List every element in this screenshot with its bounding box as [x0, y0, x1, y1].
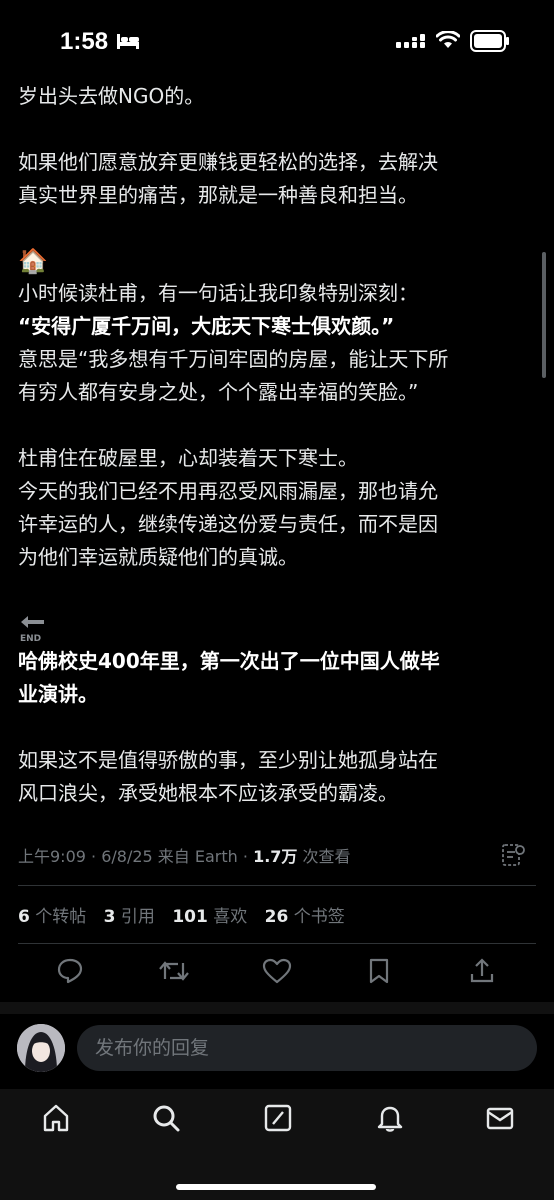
post-line: 意思是“我多想有千万间牢固的房屋，能让天下所 [18, 347, 449, 371]
like-icon[interactable] [262, 957, 292, 985]
view-label: 次查看 [302, 847, 351, 866]
post-line: 许幸运的人，继续传递这份爱与责任，而不是因 [18, 512, 438, 536]
post-line: 岁出头去做NGO的。 [18, 84, 205, 108]
divider [18, 943, 536, 944]
post-source: 来自 Earth [157, 847, 238, 866]
post-line: 如果他们愿意放弃更赚钱更轻松的选择，去解决 [18, 150, 438, 174]
post-body: 岁出头去做NGO的。 如果他们愿意放弃更赚钱更轻松的选择，去解决 真实世界里的痛… [18, 80, 538, 810]
post-highlight: 业演讲。 [18, 682, 98, 706]
share-icon[interactable] [469, 957, 495, 985]
analytics-icon[interactable] [500, 842, 526, 868]
post-line: 真实世界里的痛苦，那就是一种善良和担当。 [18, 183, 418, 207]
engagement-stats: 6 个转帖 3 引用 101 喜欢 26 个书签 [18, 902, 357, 927]
end-arrow-icon: END [18, 607, 538, 645]
signal-icon [396, 34, 425, 48]
messages-icon[interactable] [485, 1103, 515, 1133]
post-line: 杜甫住在破屋里，心却装着天下寒士。 [18, 446, 358, 470]
house-emoji: 🏠 [18, 247, 48, 275]
status-bar: 1:58 [0, 0, 554, 82]
grok-icon[interactable] [263, 1103, 293, 1133]
reply-composer: 发布你的回复 [0, 1014, 554, 1089]
post-line: 如果这不是值得骄傲的事，至少别让她孤身站在 [18, 748, 438, 772]
post-line: 有穷人都有安身之处，个个露出幸福的笑脸。” [18, 380, 419, 404]
post-time: 上午9:09 [18, 847, 86, 866]
quotes-stat[interactable]: 3 引用 [104, 907, 155, 927]
reposts-stat[interactable]: 6 个转帖 [18, 907, 86, 927]
bottom-tab-bar [0, 1089, 554, 1200]
battery-icon [470, 30, 509, 52]
avatar[interactable] [17, 1024, 65, 1072]
end-label: END [20, 634, 41, 643]
post-meta: 上午9:09 · 6/8/25 来自 Earth · 1.7万 次查看 [18, 847, 351, 866]
divider [18, 885, 536, 886]
likes-stat[interactable]: 101 喜欢 [172, 907, 247, 927]
notifications-icon[interactable] [375, 1103, 405, 1133]
post-date: 6/8/25 [101, 847, 153, 866]
post-line: 风口浪尖，承受她根本不应该承受的霸凌。 [18, 781, 398, 805]
post-line: 为他们幸运就质疑他们的真诚。 [18, 545, 298, 569]
wifi-icon [436, 31, 460, 48]
post-quote: “安得广厦千万间，大庇天下寒士俱欢颜。” [18, 314, 395, 338]
post-line: 小时候读杜甫，有一句话让我印象特别深刻： [18, 281, 418, 305]
home-icon[interactable] [41, 1103, 71, 1133]
post-line: 今天的我们已经不用再忍受风雨漏屋，那也请允 [18, 479, 438, 503]
action-bar [0, 957, 554, 991]
bookmarks-stat[interactable]: 26 个书签 [265, 907, 345, 927]
post-highlight: 哈佛校史400年里，第一次出了一位中国人做毕 [18, 649, 440, 673]
repost-icon[interactable] [158, 957, 190, 985]
sleep-focus-icon [117, 34, 139, 49]
bookmark-icon[interactable] [367, 957, 391, 985]
reply-input[interactable]: 发布你的回复 [77, 1025, 537, 1071]
section-divider [0, 1002, 554, 1014]
search-icon[interactable] [151, 1103, 181, 1133]
reply-icon[interactable] [56, 957, 84, 985]
home-indicator [176, 1184, 376, 1190]
view-count: 1.7万 [253, 847, 298, 866]
scrollbar[interactable] [542, 252, 546, 378]
status-time: 1:58 [60, 28, 109, 55]
